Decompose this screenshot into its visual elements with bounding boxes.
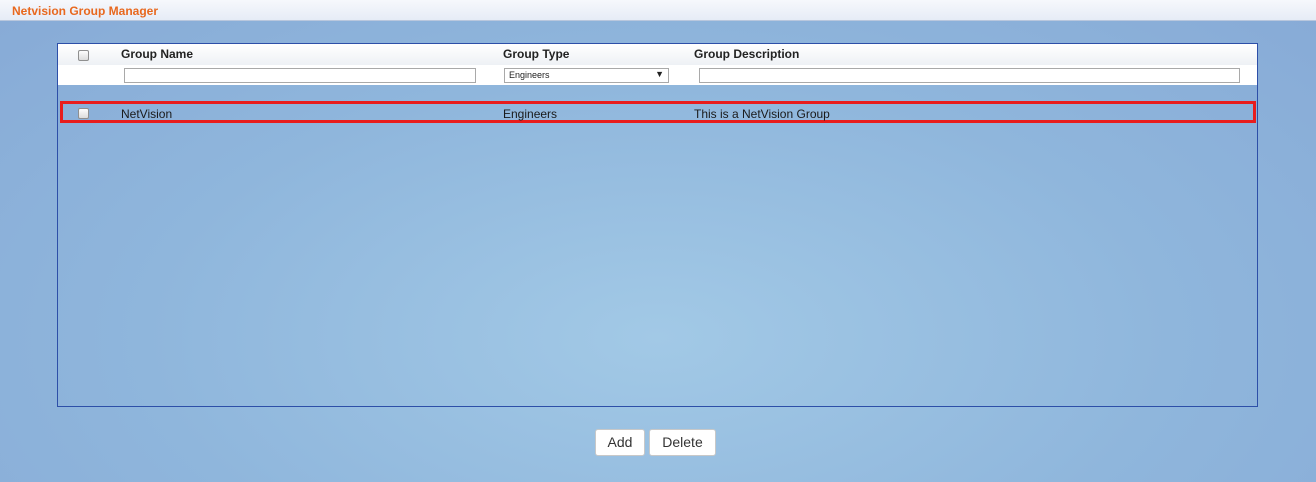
table-header-row: Group Name Group Type Group Description (58, 44, 1257, 65)
group-name-filter-input[interactable] (124, 68, 476, 83)
groups-table: Group Name Group Type Group Description … (57, 43, 1258, 407)
group-description-filter-input[interactable] (699, 68, 1240, 83)
row-group-name: NetVision (121, 107, 173, 121)
chevron-down-icon: ▼ (655, 69, 664, 79)
group-type-filter-value: Engineers (509, 70, 550, 80)
window-title: Netvision Group Manager (12, 4, 159, 18)
delete-button[interactable]: Delete (649, 429, 716, 456)
select-all-checkbox[interactable] (78, 50, 89, 61)
column-header-group-type[interactable]: Group Type (503, 47, 569, 61)
column-header-group-description[interactable]: Group Description (694, 47, 799, 61)
add-button[interactable]: Add (595, 429, 645, 456)
title-bar: Netvision Group Manager (0, 0, 1316, 21)
column-header-group-name[interactable]: Group Name (121, 47, 193, 61)
row-group-description: This is a NetVision Group (694, 107, 830, 121)
row-group-type: Engineers (503, 107, 558, 121)
group-type-filter-select[interactable]: Engineers ▼ (504, 68, 669, 83)
table-row[interactable]: NetVision Engineers This is a NetVision … (60, 101, 1256, 123)
row-checkbox[interactable] (78, 108, 89, 119)
table-filter-row: Engineers ▼ (58, 65, 1257, 85)
